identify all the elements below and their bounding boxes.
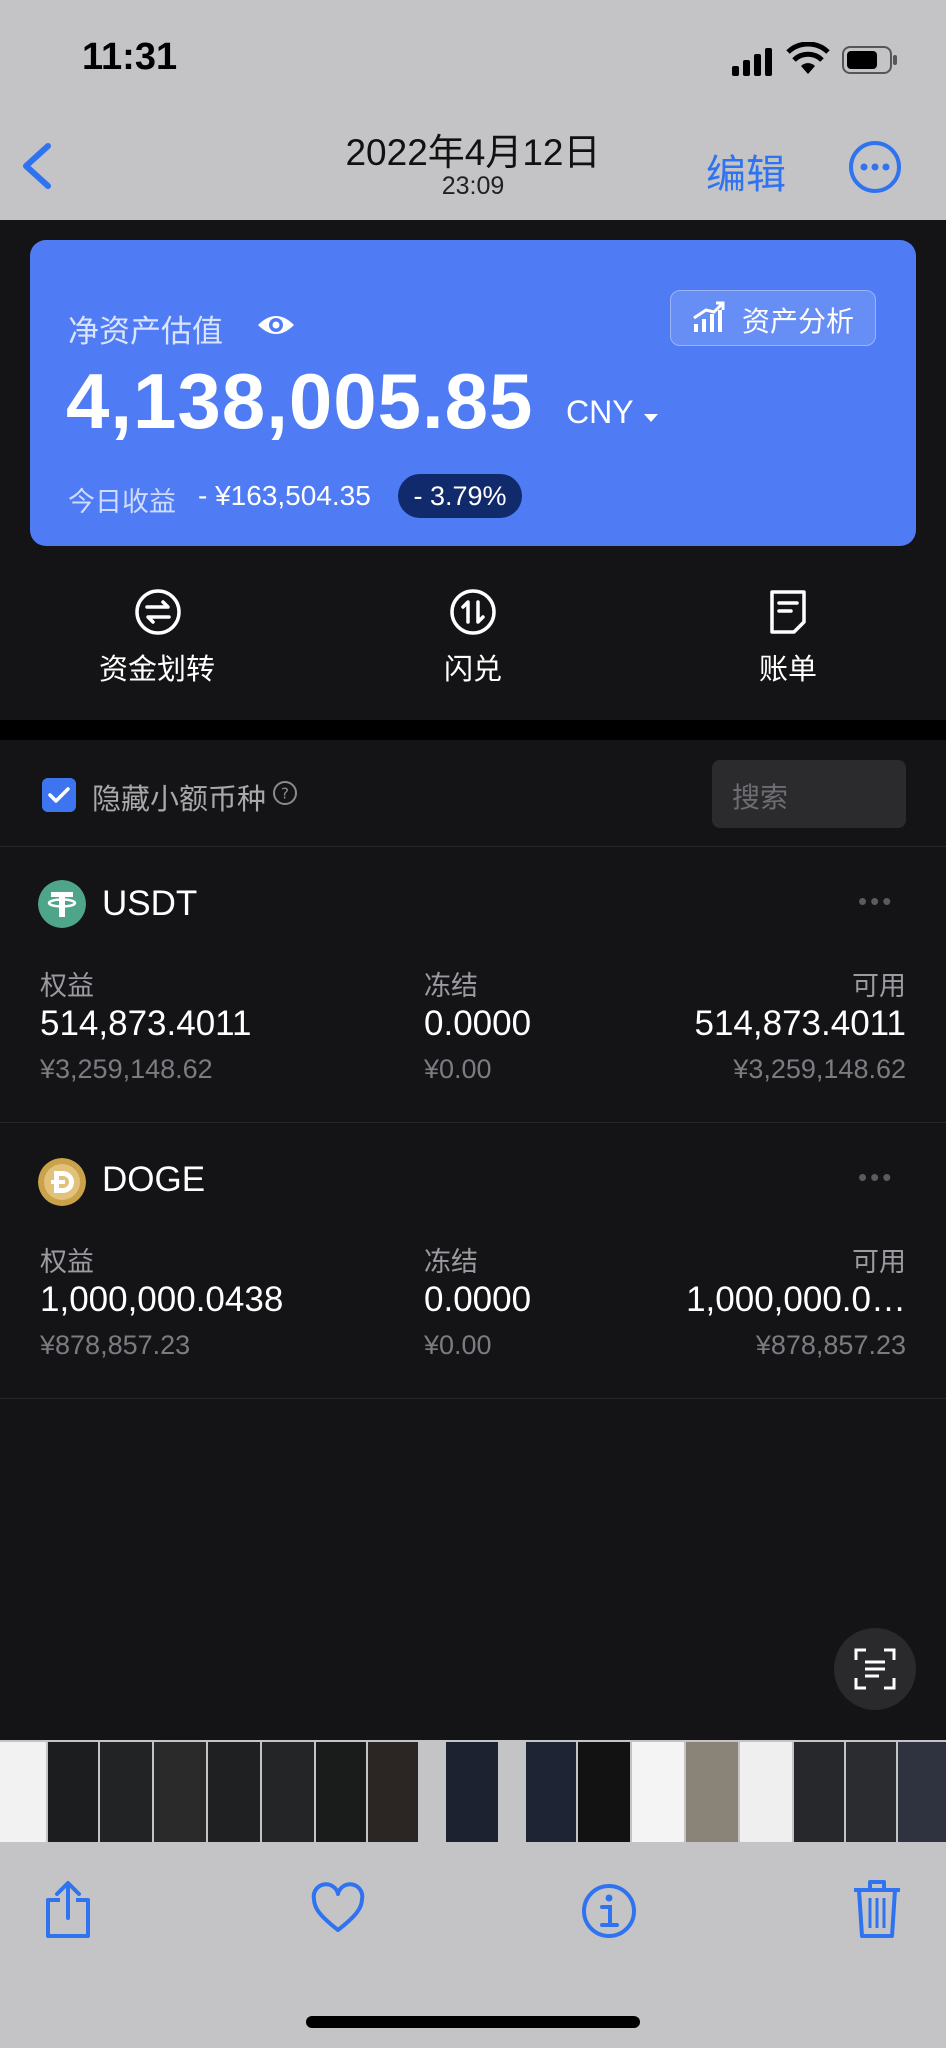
transfer-icon[interactable] <box>134 588 182 636</box>
available-value: 514,873.4011 <box>694 1004 906 1043</box>
frozen-cny: ¥0.00 <box>424 1330 492 1360</box>
search-placeholder: 搜索 <box>732 782 789 813</box>
thumbnail[interactable] <box>100 1742 152 1842</box>
equity-label: 权益 <box>40 971 94 1001</box>
frozen-label: 冻结 <box>424 971 478 1001</box>
usdt-logo-icon <box>38 880 86 928</box>
today-profit-percent-badge: - 3.79% <box>398 474 522 518</box>
eye-icon[interactable] <box>256 310 296 340</box>
home-indicator <box>306 2016 640 2028</box>
hide-small-label[interactable]: 隐藏小额币种 <box>92 776 266 818</box>
thumbnail[interactable] <box>898 1742 946 1842</box>
available-label: 可用 <box>852 1247 906 1277</box>
photo-time: 23:09 <box>441 172 505 200</box>
battery-icon <box>842 46 897 74</box>
help-icon[interactable]: ? <box>272 780 298 806</box>
total-asset-value: 4,138,005.85 <box>66 357 534 445</box>
equity-label: 权益 <box>40 1247 94 1277</box>
coin-name[interactable]: USDT <box>102 884 197 924</box>
swap-icon[interactable] <box>449 588 497 636</box>
frozen-label: 冻结 <box>424 1247 478 1277</box>
equity-cny: ¥878,857.23 <box>40 1330 191 1360</box>
scan-text-icon[interactable] <box>853 1647 897 1691</box>
row-divider <box>0 1122 946 1123</box>
today-profit-value: - ¥163,504.35 <box>198 480 371 511</box>
row-divider <box>0 1398 946 1399</box>
quick-action-bill[interactable]: 账单 <box>688 646 888 688</box>
coin-name[interactable]: DOGE <box>102 1160 205 1200</box>
info-icon[interactable] <box>580 1882 638 1940</box>
share-icon[interactable] <box>42 1880 94 1940</box>
photo-date: 2022年4月12日 <box>345 132 601 173</box>
thumbnail[interactable] <box>632 1742 684 1842</box>
coin-more-icon[interactable]: ••• <box>858 1162 894 1193</box>
trash-icon[interactable] <box>852 1878 902 1940</box>
currency-selector[interactable]: CNY <box>566 394 634 431</box>
svg-text:?: ? <box>281 785 289 803</box>
equity-value: 514,873.4011 <box>40 1004 252 1043</box>
thumbnail[interactable] <box>794 1742 844 1842</box>
thumbnail[interactable] <box>686 1742 738 1842</box>
thumbnail[interactable] <box>846 1742 896 1842</box>
cellular-signal-icon <box>732 48 772 76</box>
caret-down-icon[interactable] <box>644 414 658 422</box>
row-divider <box>0 846 946 847</box>
available-label: 可用 <box>852 971 906 1001</box>
quick-action-swap[interactable]: 闪兑 <box>373 646 573 688</box>
thumbnail[interactable] <box>48 1742 98 1842</box>
frozen-cny: ¥0.00 <box>424 1054 492 1084</box>
equity-value: 1,000,000.0438 <box>40 1280 284 1319</box>
thumbnail[interactable] <box>316 1742 366 1842</box>
asset-analysis-label: 资产分析 <box>742 306 855 337</box>
thumbnail[interactable] <box>208 1742 260 1842</box>
hide-small-checkbox[interactable] <box>42 778 76 812</box>
bill-icon[interactable] <box>764 588 812 636</box>
available-cny: ¥3,259,148.62 <box>733 1054 906 1084</box>
quick-action-transfer[interactable]: 资金划转 <box>57 646 257 688</box>
edit-button[interactable]: 编辑 <box>706 142 786 200</box>
status-time: 11:31 <box>82 36 178 78</box>
thumbnail[interactable] <box>154 1742 206 1842</box>
thumbnail[interactable] <box>368 1742 418 1842</box>
thumbnail[interactable] <box>526 1742 576 1842</box>
thumbnail[interactable] <box>578 1742 630 1842</box>
chart-trend-icon <box>693 301 725 332</box>
thumbnail-selected[interactable] <box>446 1742 498 1842</box>
available-value: 1,000,000.0… <box>686 1280 906 1319</box>
thumbnail[interactable] <box>740 1742 792 1842</box>
thumbnail[interactable] <box>0 1742 46 1842</box>
available-cny: ¥878,857.23 <box>755 1330 906 1360</box>
today-profit-label: 今日收益 <box>68 487 176 517</box>
thumbnail[interactable] <box>262 1742 314 1842</box>
wifi-icon <box>786 42 830 74</box>
frozen-value: 0.0000 <box>424 1004 532 1043</box>
section-divider <box>0 720 946 740</box>
more-options-icon[interactable] <box>848 140 902 194</box>
coin-more-icon[interactable]: ••• <box>858 886 894 917</box>
doge-logo-icon <box>38 1158 86 1206</box>
equity-cny: ¥3,259,148.62 <box>40 1054 213 1084</box>
frozen-value: 0.0000 <box>424 1280 532 1319</box>
net-asset-label: 净资产估值 <box>68 314 223 349</box>
favorite-heart-icon[interactable] <box>310 1880 366 1940</box>
